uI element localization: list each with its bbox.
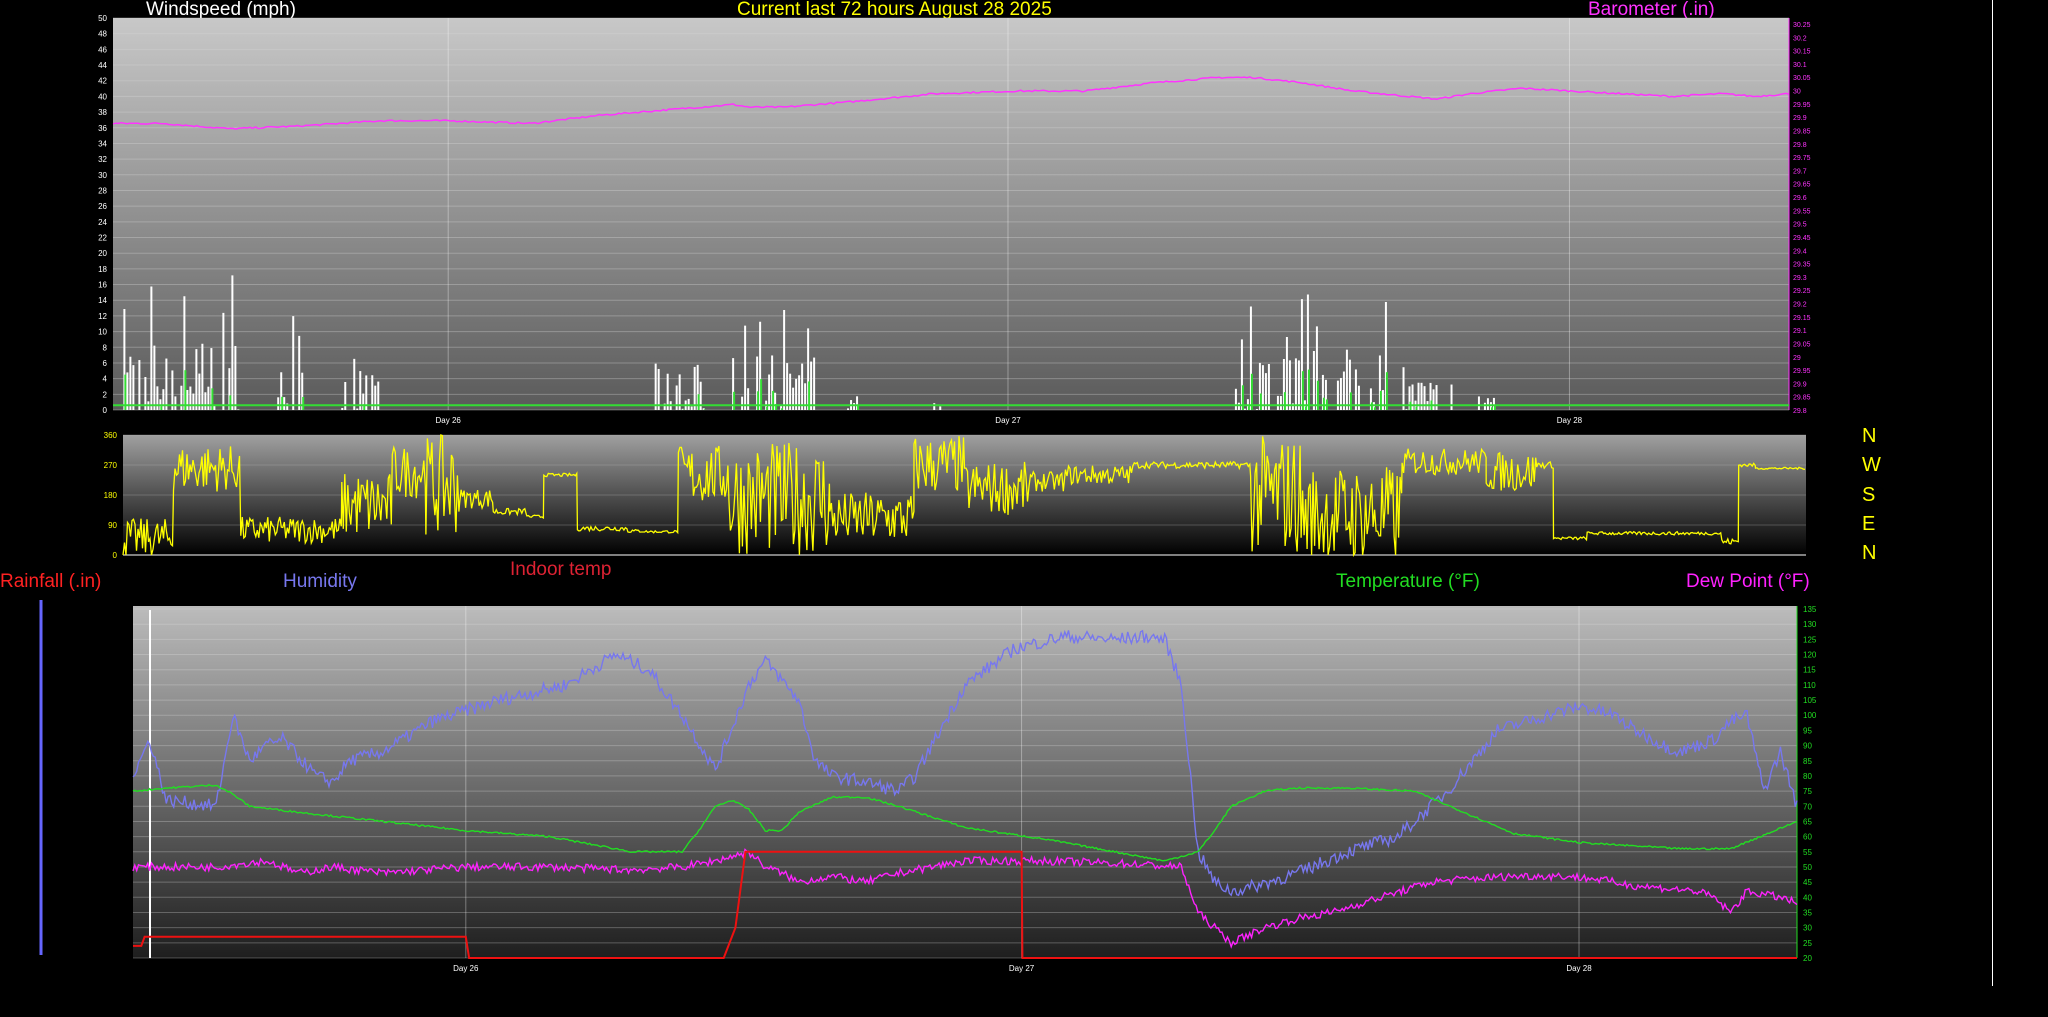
wind-x-tick-label: Day 27 xyxy=(995,416,1021,425)
temperature-y-tick-label: 50 xyxy=(1803,863,1812,872)
temperature-y-tick-label: 125 xyxy=(1803,635,1817,644)
climate-x-tick-label: Day 26 xyxy=(453,964,479,973)
wind-y-tick-label: 4 xyxy=(103,375,108,384)
barometer-y-tick-label: 29.8 xyxy=(1793,408,1807,415)
barometer-y-tick-label: 30.25 xyxy=(1793,22,1811,29)
wind-y-tick-label: 26 xyxy=(98,202,107,211)
barometer-y-tick-label: 30.2 xyxy=(1793,35,1807,42)
direction-y-tick-label: 180 xyxy=(104,491,118,500)
climate-x-tick-label: Day 27 xyxy=(1009,964,1035,973)
temperature-y-tick-label: 75 xyxy=(1803,787,1812,796)
barometer-y-tick-label: 29.7 xyxy=(1793,168,1807,175)
barometer-y-tick-label: 29.65 xyxy=(1793,182,1811,189)
wind-x-tick-label: Day 28 xyxy=(1557,416,1583,425)
barometer-y-tick-label: 29.4 xyxy=(1793,248,1807,255)
barometer-y-tick-label: 30.15 xyxy=(1793,49,1811,56)
barometer-y-tick-label: 30.05 xyxy=(1793,75,1811,82)
wind-y-tick-label: 32 xyxy=(98,155,107,164)
temperature-y-tick-label: 65 xyxy=(1803,817,1812,826)
barometer-y-tick-label: 29.9 xyxy=(1793,381,1807,388)
temperature-y-tick-label: 135 xyxy=(1803,605,1817,614)
wind-y-tick-label: 28 xyxy=(98,186,107,195)
barometer-y-tick-label: 29.6 xyxy=(1793,195,1807,202)
wind-y-tick-label: 38 xyxy=(98,108,107,117)
wind-y-tick-label: 10 xyxy=(98,328,107,337)
barometer-y-tick-label: 29.25 xyxy=(1793,288,1811,295)
temperature-y-tick-label: 40 xyxy=(1803,893,1812,902)
barometer-y-tick-label: 29.95 xyxy=(1793,368,1811,375)
wind-y-tick-label: 20 xyxy=(98,249,107,258)
wind-y-tick-label: 2 xyxy=(103,390,108,399)
wind-y-tick-label: 48 xyxy=(98,30,107,39)
temperature-y-tick-label: 115 xyxy=(1803,666,1816,675)
wind-y-tick-label: 14 xyxy=(98,296,107,305)
temperature-y-tick-label: 80 xyxy=(1803,772,1812,781)
wind-y-tick-label: 50 xyxy=(98,14,107,23)
temperature-y-tick-label: 100 xyxy=(1803,711,1817,720)
barometer-y-tick-label: 29.9 xyxy=(1793,115,1807,122)
barometer-y-tick-label: 30 xyxy=(1793,89,1801,96)
barometer-y-tick-label: 29.55 xyxy=(1793,208,1811,215)
wind-y-tick-label: 18 xyxy=(98,265,107,274)
direction-y-tick-label: 270 xyxy=(104,461,118,470)
wind-y-tick-label: 36 xyxy=(98,124,107,133)
wind-y-tick-label: 12 xyxy=(98,312,107,321)
temperature-y-tick-label: 85 xyxy=(1803,757,1812,766)
wind-plot-area xyxy=(113,18,1789,410)
barometer-y-tick-label: 29.1 xyxy=(1793,328,1807,335)
temperature-y-tick-label: 70 xyxy=(1803,802,1812,811)
wind-x-tick-label: Day 26 xyxy=(436,416,462,425)
barometer-y-tick-label: 29.15 xyxy=(1793,315,1811,322)
temperature-y-tick-label: 20 xyxy=(1803,954,1812,963)
barometer-y-tick-label: 29.45 xyxy=(1793,235,1811,242)
direction-y-tick-label: 90 xyxy=(108,521,117,530)
wind-y-tick-label: 34 xyxy=(98,139,107,148)
temperature-y-tick-label: 45 xyxy=(1803,878,1812,887)
temperature-y-tick-label: 55 xyxy=(1803,848,1812,857)
climate-plot-area xyxy=(133,606,1797,958)
temperature-y-tick-label: 130 xyxy=(1803,620,1817,629)
temperature-y-tick-label: 25 xyxy=(1803,939,1812,948)
wind-y-tick-label: 40 xyxy=(98,92,107,101)
barometer-y-tick-label: 29.2 xyxy=(1793,302,1807,309)
temperature-y-tick-label: 105 xyxy=(1803,696,1817,705)
temperature-y-tick-label: 90 xyxy=(1803,742,1812,751)
weather-charts: 0246810121416182022242628303234363840424… xyxy=(39,14,1817,973)
barometer-y-tick-label: 29 xyxy=(1793,355,1801,362)
wind-y-tick-label: 22 xyxy=(98,234,107,243)
direction-y-tick-label: 360 xyxy=(104,431,118,440)
barometer-y-tick-label: 29.05 xyxy=(1793,341,1811,348)
barometer-y-tick-label: 29.35 xyxy=(1793,262,1811,269)
temperature-y-tick-label: 95 xyxy=(1803,726,1812,735)
climate-x-tick-label: Day 28 xyxy=(1566,964,1592,973)
barometer-y-tick-label: 29.8 xyxy=(1793,142,1807,149)
wind-y-tick-label: 6 xyxy=(103,359,108,368)
temperature-y-tick-label: 30 xyxy=(1803,924,1812,933)
wind-y-tick-label: 0 xyxy=(103,406,108,415)
barometer-y-tick-label: 29.85 xyxy=(1793,395,1811,402)
temperature-y-tick-label: 120 xyxy=(1803,651,1817,660)
barometer-y-tick-label: 29.75 xyxy=(1793,155,1811,162)
barometer-y-tick-label: 29.95 xyxy=(1793,102,1811,109)
wind-y-tick-label: 42 xyxy=(98,77,107,86)
temperature-y-tick-label: 60 xyxy=(1803,833,1812,842)
wind-y-tick-label: 8 xyxy=(103,343,108,352)
barometer-y-tick-label: 29.85 xyxy=(1793,128,1811,135)
temperature-y-tick-label: 110 xyxy=(1803,681,1816,690)
wind-y-tick-label: 30 xyxy=(98,171,107,180)
temperature-y-tick-label: 35 xyxy=(1803,908,1812,917)
wind-y-tick-label: 16 xyxy=(98,281,107,290)
wind-y-tick-label: 24 xyxy=(98,218,107,227)
direction-y-tick-label: 0 xyxy=(113,551,118,560)
barometer-y-tick-label: 29.5 xyxy=(1793,222,1807,229)
wind-y-tick-label: 46 xyxy=(98,45,107,54)
barometer-y-tick-label: 30.1 xyxy=(1793,62,1807,69)
barometer-y-tick-label: 29.3 xyxy=(1793,275,1807,282)
wind-y-tick-label: 44 xyxy=(98,61,107,70)
